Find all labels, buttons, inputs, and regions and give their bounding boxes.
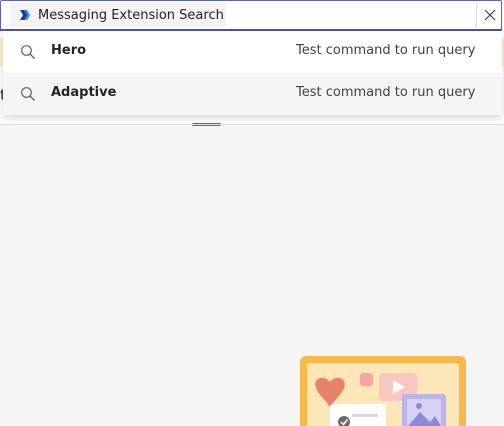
result-title: Adaptive [51,85,117,100]
app-chip[interactable]: Messaging Extension Search [10,3,226,27]
app-logo-icon [20,10,30,20]
empty-state-illustration [300,356,466,426]
search-results-dropdown: Hero Test command to run query Adaptive … [3,31,502,115]
result-title: Hero [51,43,87,58]
messaging-extension-search-bar[interactable]: Messaging Extension Search [0,0,502,30]
app-name-label: Messaging Extension Search [38,7,224,23]
close-icon [484,9,496,21]
result-item-hero[interactable]: Hero Test command to run query [3,31,502,73]
result-item-adaptive[interactable]: Adaptive Test command to run query [3,73,502,115]
search-icon [21,87,35,101]
result-description: Test command to run query [296,85,476,100]
header-divider [0,124,504,125]
close-button[interactable] [476,2,503,28]
search-icon [21,45,35,59]
result-description: Test command to run query [296,43,476,58]
